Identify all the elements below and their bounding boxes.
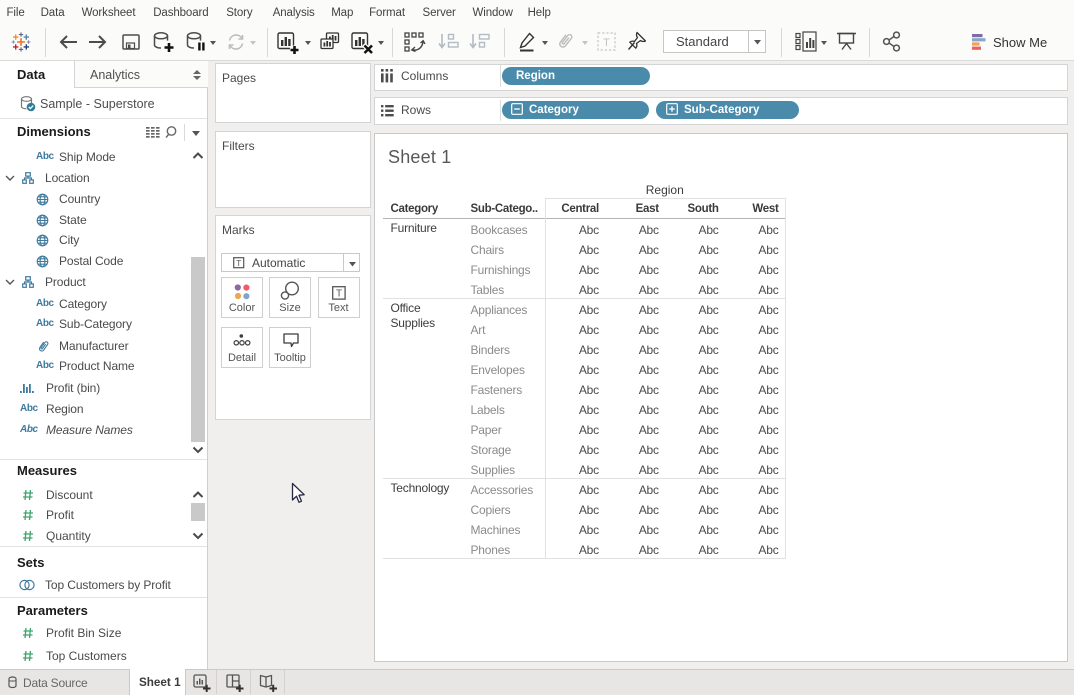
svg-text:T: T: [236, 258, 241, 268]
svg-text:T: T: [603, 37, 610, 49]
svg-text:T: T: [336, 289, 342, 300]
